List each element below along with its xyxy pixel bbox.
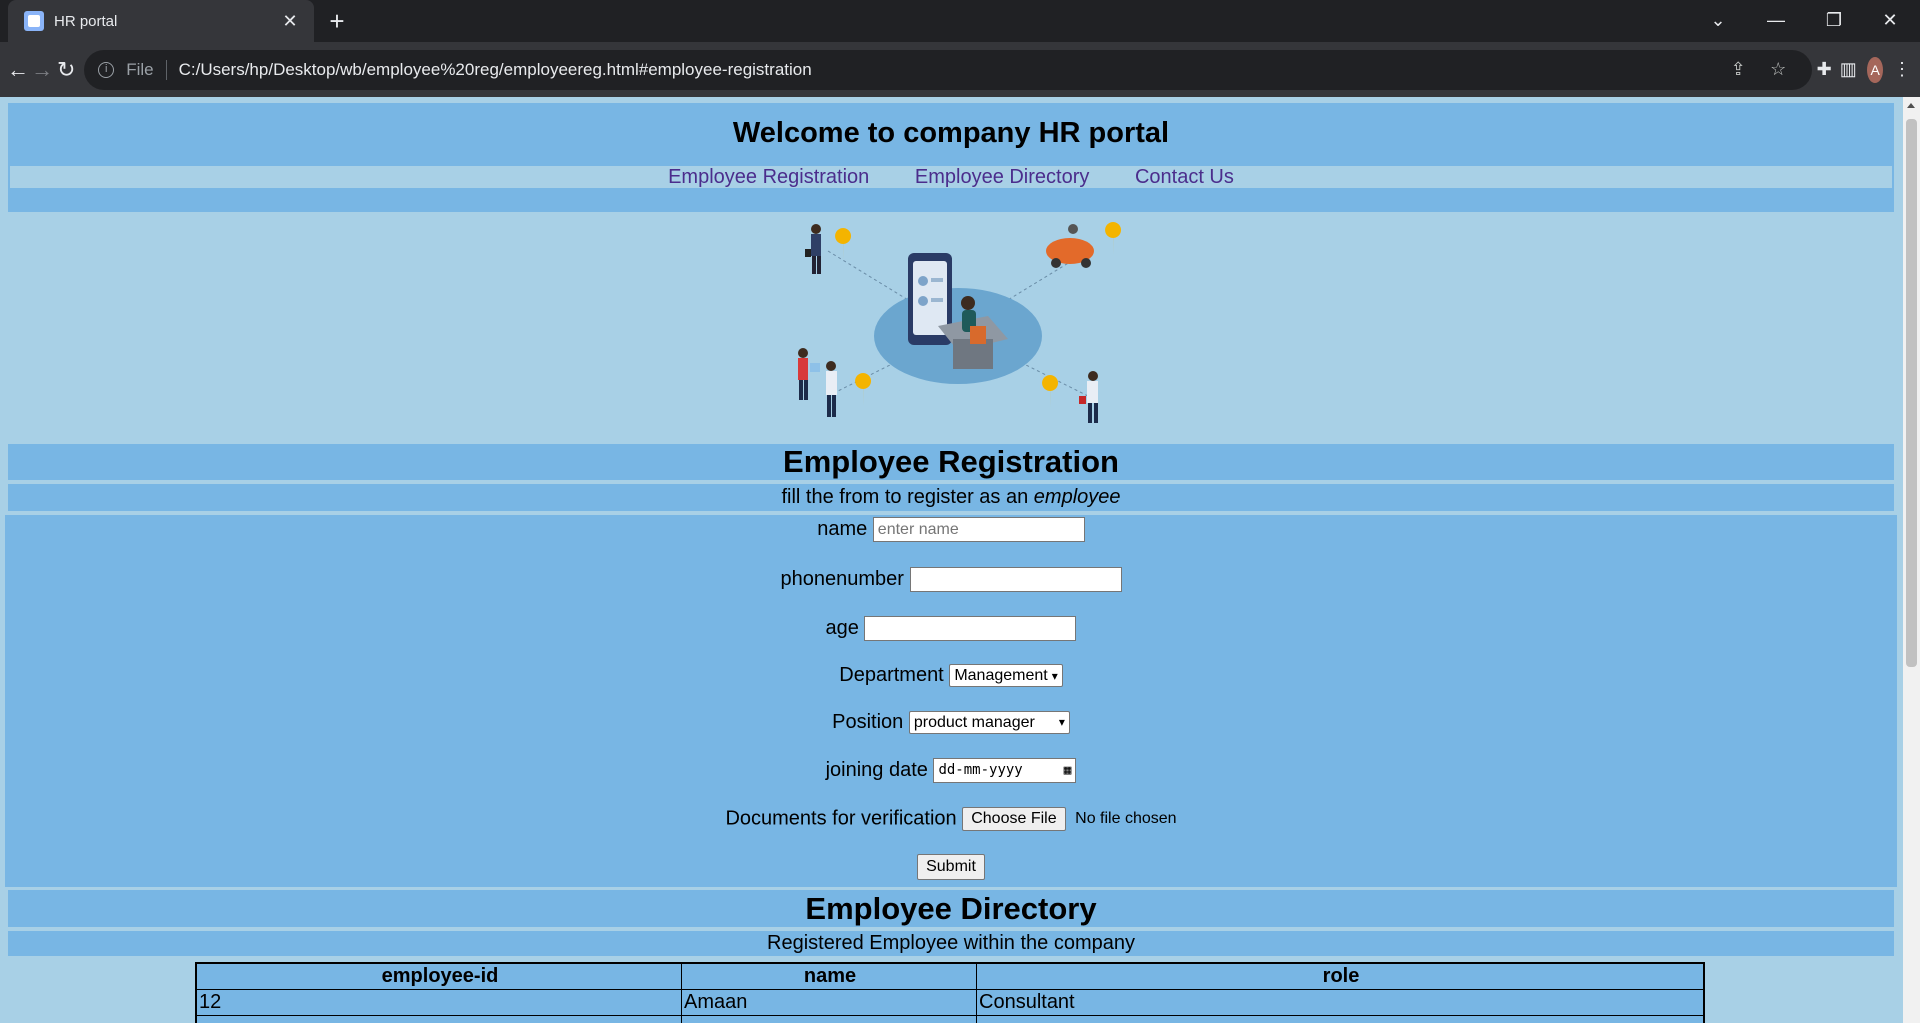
no-file-text: No file chosen [1075, 810, 1177, 827]
submit-button[interactable]: Submit [917, 854, 985, 880]
phone-row: phonenumber [5, 567, 1897, 592]
employee-table: employee-id name role 12 Amaan Consultan… [195, 962, 1705, 1023]
department-value: Management [954, 667, 1048, 685]
nav-employee-registration[interactable]: Employee Registration [668, 166, 869, 188]
documents-row: Documents for verification Choose File N… [5, 807, 1897, 831]
chevron-down-icon: ▾ [1051, 669, 1058, 684]
age-input[interactable] [864, 616, 1077, 641]
browser-tabbar: HR portal ✕ + ⌄ — ❐ ✕ [0, 0, 1920, 42]
column-header-employee-id: employee-id [197, 964, 682, 989]
scrollbar-thumb[interactable] [1906, 119, 1917, 667]
cell-role [977, 1016, 1703, 1023]
nav-employee-directory[interactable]: Employee Directory [915, 166, 1090, 188]
directory-heading: Employee Directory [8, 890, 1894, 927]
age-row: age [5, 616, 1897, 641]
cell-name: Amaan [682, 990, 977, 1015]
chevron-down-icon: ▾ [1058, 715, 1065, 730]
new-tab-button[interactable]: + [322, 6, 352, 36]
top-nav: Employee Registration Employee Directory… [10, 166, 1892, 188]
date-placeholder: dd-mm-yyyy [938, 762, 1023, 778]
vertical-scrollbar[interactable] [1903, 97, 1920, 1023]
window-close-button[interactable]: ✕ [1862, 0, 1918, 42]
cell-role: Consultant [979, 991, 1075, 1013]
nav-contact-us[interactable]: Contact Us [1135, 166, 1234, 188]
name-label: name [817, 518, 868, 540]
divider [165, 59, 167, 80]
table-row [197, 1016, 1703, 1023]
subtitle-text: fill the from to register as an [781, 486, 1034, 508]
cell-employee-id [197, 1016, 682, 1023]
browser-tab[interactable]: HR portal ✕ [8, 0, 314, 42]
file-label: File [126, 59, 154, 79]
restore-button[interactable]: ❐ [1806, 0, 1862, 42]
registration-heading: Employee Registration [8, 444, 1894, 480]
choose-file-button[interactable]: Choose File [962, 807, 1066, 831]
cell-name [682, 1016, 977, 1023]
close-icon[interactable]: ✕ [280, 11, 300, 32]
calendar-icon[interactable]: ▦ [1064, 759, 1072, 782]
department-label: Department [839, 664, 944, 687]
info-icon[interactable]: i [98, 61, 115, 78]
page-viewport: Welcome to company HR portal Employee Re… [0, 97, 1920, 1023]
bookmark-star-icon[interactable]: ☆ [1758, 59, 1798, 80]
age-label: age [825, 617, 859, 639]
registration-subtitle: fill the from to register as an employee [8, 484, 1894, 511]
documents-label: Documents for verification [725, 807, 957, 830]
registration-form: name enter name phonenumber age Departme… [5, 515, 1897, 887]
position-value: product manager [913, 714, 1035, 732]
joining-date-input[interactable]: dd-mm-yyyy ▦ [933, 758, 1077, 783]
back-button[interactable]: ← [6, 50, 30, 90]
favicon-icon [24, 11, 44, 31]
position-select[interactable]: product manager ▾ [908, 711, 1070, 735]
position-row: Position product manager ▾ [5, 711, 1897, 735]
subtitle-emphasis: employee [1033, 486, 1121, 508]
scroll-up-arrow-icon[interactable] [1907, 103, 1915, 108]
hero-illustration [798, 222, 1122, 423]
reload-button[interactable]: ↻ [54, 50, 78, 90]
phone-input[interactable] [909, 567, 1122, 592]
tab-search-icon[interactable]: ⌄ [1690, 0, 1746, 42]
table-header-row: employee-id name role [197, 964, 1703, 990]
position-label: Position [832, 711, 904, 734]
menu-icon[interactable]: ⋮ [1890, 59, 1914, 80]
table-row: 12 Amaan Consultant [197, 990, 1703, 1016]
profile-avatar[interactable]: A [1867, 56, 1883, 83]
browser-toolbar: ← → ↻ i File C:/Users/hp/Desktop/wb/empl… [0, 42, 1920, 97]
column-header-role: role [1322, 965, 1360, 987]
phone-label: phonenumber [780, 568, 904, 590]
joining-date-row: joining date dd-mm-yyyy ▦ [5, 758, 1897, 783]
directory-subtitle: Registered Employee within the company [8, 931, 1894, 956]
name-input[interactable]: enter name [872, 517, 1085, 542]
address-bar[interactable]: i File C:/Users/hp/Desktop/wb/employee%2… [84, 49, 1813, 90]
url-text[interactable]: C:/Users/hp/Desktop/wb/employee%20reg/em… [179, 60, 1719, 80]
department-select[interactable]: Management ▾ [949, 664, 1063, 688]
side-panel-icon[interactable]: ▥ [1836, 59, 1860, 80]
cell-employee-id: 12 [197, 990, 682, 1015]
joining-date-label: joining date [825, 759, 928, 781]
minimize-button[interactable]: — [1748, 0, 1804, 42]
name-row: name enter name [5, 517, 1897, 542]
site-header: Welcome to company HR portal Employee Re… [8, 103, 1894, 212]
department-row: Department Management ▾ [5, 664, 1897, 688]
tab-title: HR portal [54, 12, 118, 30]
share-icon[interactable]: ⇪ [1718, 59, 1758, 80]
extensions-icon[interactable]: ✚ [1812, 59, 1836, 80]
forward-button[interactable]: → [30, 50, 54, 90]
column-header-name: name [682, 964, 977, 989]
submit-row: Submit [5, 854, 1897, 880]
page-title: Welcome to company HR portal [732, 117, 1170, 149]
